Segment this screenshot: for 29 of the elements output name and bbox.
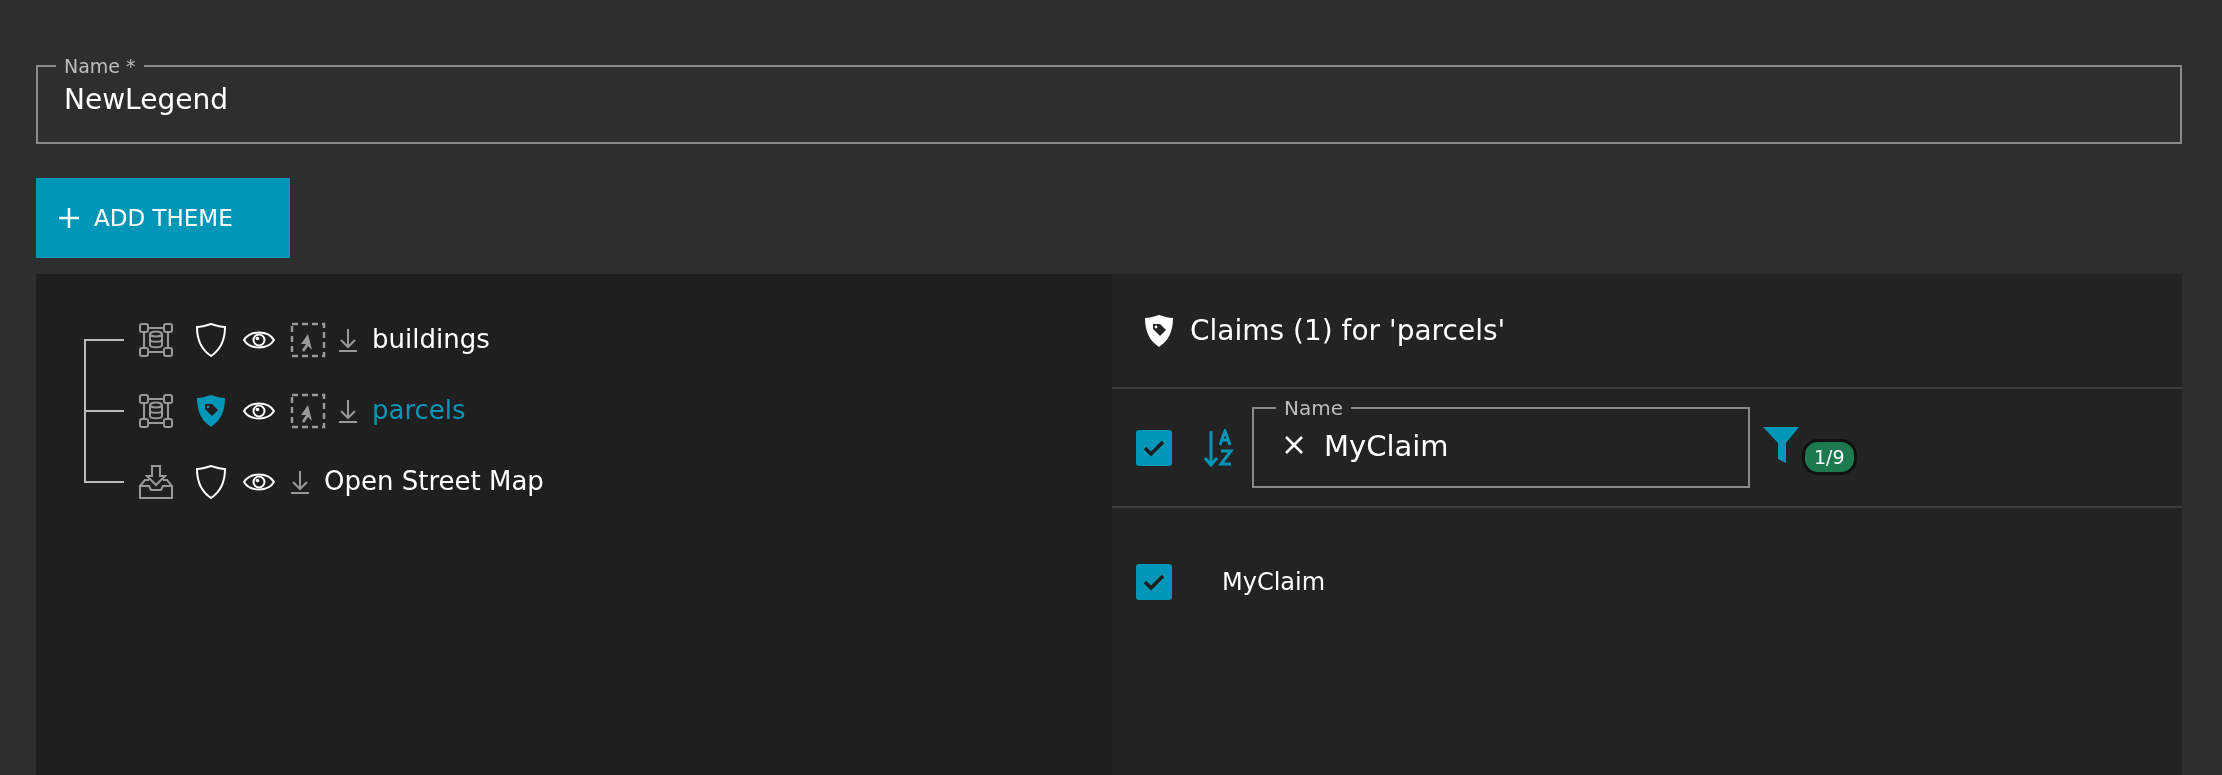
close-icon[interactable] xyxy=(1284,434,1304,455)
shield-icon[interactable] xyxy=(194,462,228,501)
field-value: MyClaim xyxy=(1324,427,1449,465)
tree-item-label[interactable]: parcels xyxy=(372,391,466,430)
filter-count-badge: 1/9 xyxy=(1802,438,1857,475)
inbox-download-icon xyxy=(138,463,174,500)
panel-title: Claims (1) for 'parcels' xyxy=(1190,312,1506,349)
download-icon[interactable] xyxy=(290,468,310,495)
filter-icon[interactable] xyxy=(1762,424,1800,465)
claim-name: MyClaim xyxy=(1222,567,1326,598)
tree-item-label[interactable]: Open Street Map xyxy=(324,462,544,501)
select-all-checkbox[interactable] xyxy=(1136,429,1172,466)
dataset-icon xyxy=(138,392,174,429)
field-label: Name * xyxy=(63,54,137,78)
check-icon xyxy=(1143,440,1165,456)
selection-cursor-icon[interactable] xyxy=(290,321,326,358)
field-label: Name xyxy=(1283,395,1344,420)
download-icon[interactable] xyxy=(338,326,358,353)
tree-connector xyxy=(84,375,124,446)
tree-item-label[interactable]: buildings xyxy=(372,320,490,359)
claim-checkbox[interactable] xyxy=(1136,564,1172,600)
field-value: NewLegend xyxy=(64,82,229,118)
selection-cursor-icon[interactable] xyxy=(290,392,326,429)
check-icon xyxy=(1143,574,1165,591)
dataset-icon xyxy=(138,321,174,358)
download-icon[interactable] xyxy=(338,397,358,424)
plus-icon xyxy=(58,207,80,229)
sort-az-icon[interactable] xyxy=(1204,428,1236,467)
shield-icon[interactable] xyxy=(194,320,228,359)
